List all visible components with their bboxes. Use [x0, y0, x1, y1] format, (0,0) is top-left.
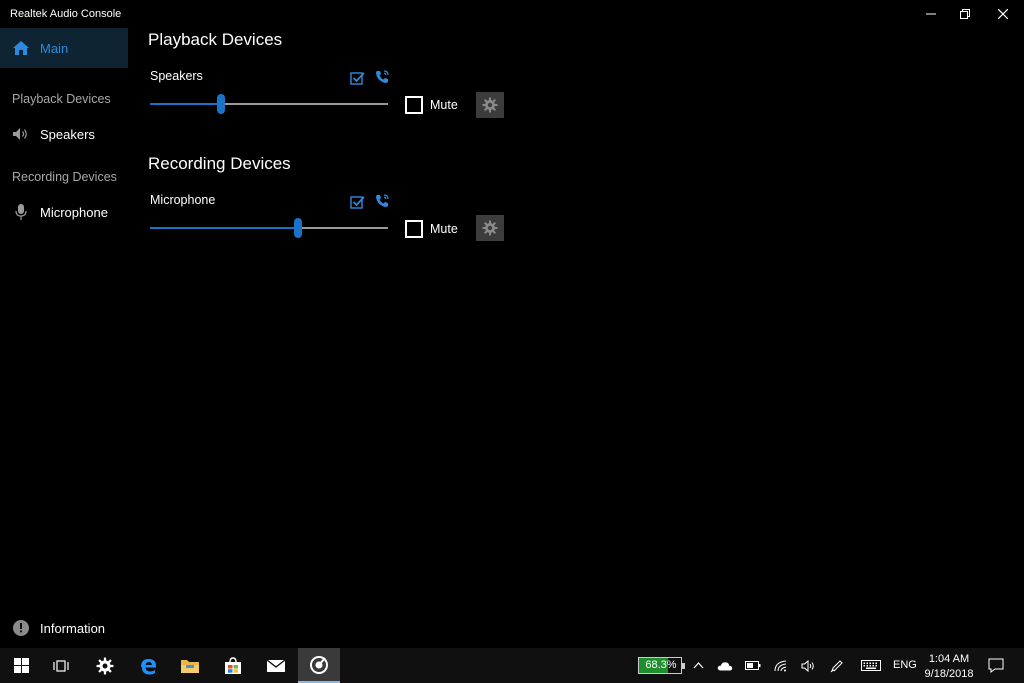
- slider-fill: [150, 227, 298, 229]
- realtek-audio-icon: [310, 655, 328, 674]
- input-language-indicator[interactable]: ENG: [893, 659, 917, 671]
- keyboard-icon: [861, 660, 881, 671]
- battery-percentage-indicator[interactable]: 68.3%: [638, 657, 685, 674]
- gear-icon: [482, 220, 498, 236]
- chevron-up-icon: [693, 662, 703, 669]
- store-bag-icon: [225, 656, 241, 674]
- realtek-audio-console-window: Realtek Audio Console Main Playback Devi…: [0, 0, 1024, 648]
- home-icon: [11, 38, 31, 58]
- sidebar-item-label: Microphone: [40, 204, 108, 220]
- default-communication-phone-icon[interactable]: [374, 193, 390, 209]
- microphone-device-name: Microphone: [150, 193, 216, 207]
- wifi-icon: [774, 660, 787, 671]
- gear-icon: [96, 657, 114, 674]
- close-button[interactable]: [980, 0, 1024, 28]
- window-title: Realtek Audio Console: [10, 8, 122, 20]
- clock-time: 1:04 AM: [928, 653, 970, 665]
- sidebar-header-playback: Playback Devices: [12, 92, 111, 106]
- microphone-mute-toggle[interactable]: Mute: [405, 219, 458, 239]
- sidebar-item-microphone[interactable]: Microphone: [0, 192, 128, 232]
- edge-browser-button[interactable]: [127, 648, 169, 683]
- mail-button[interactable]: [255, 648, 297, 683]
- microphone-settings-button[interactable]: [476, 215, 504, 241]
- speaker-icon: [801, 659, 814, 672]
- sidebar-item-information[interactable]: Information: [0, 616, 128, 640]
- battery-percent-text: 68.3%: [645, 659, 677, 671]
- realtek-audio-console-taskbar-button[interactable]: [298, 648, 340, 683]
- microphone-volume-slider[interactable]: [150, 218, 388, 238]
- show-hidden-icons-button[interactable]: [688, 648, 708, 683]
- mute-label: Mute: [430, 222, 458, 236]
- mute-label: Mute: [430, 98, 458, 112]
- battery-nub: [682, 663, 685, 669]
- default-communication-phone-icon[interactable]: [374, 69, 390, 85]
- mail-icon: [266, 658, 286, 672]
- pen-icon: [830, 659, 843, 672]
- settings-app-button[interactable]: [84, 648, 126, 683]
- pen-workspace-tray-button[interactable]: [826, 648, 848, 683]
- info-icon: [12, 619, 30, 637]
- sidebar: Main Playback Devices Speakers Recording…: [0, 28, 128, 648]
- store-button[interactable]: [212, 648, 254, 683]
- gear-icon: [482, 97, 498, 113]
- default-device-check-icon[interactable]: [349, 70, 365, 86]
- notification-icon: [988, 658, 1004, 673]
- recording-devices-title: Recording Devices: [148, 154, 291, 173]
- close-icon: [998, 9, 1008, 19]
- mute-checkbox[interactable]: [405, 96, 423, 114]
- edge-icon: [141, 658, 156, 674]
- speaker-icon: [11, 124, 31, 144]
- network-tray-button[interactable]: [770, 648, 792, 683]
- slider-thumb[interactable]: [217, 94, 225, 114]
- file-explorer-button[interactable]: [169, 648, 211, 683]
- battery-icon: [745, 661, 761, 670]
- touch-keyboard-tray-button[interactable]: [858, 648, 884, 683]
- cloud-icon: [717, 661, 733, 670]
- microphone-icon: [11, 202, 31, 222]
- sidebar-item-label: Main: [40, 40, 69, 56]
- sidebar-item-label: Speakers: [40, 126, 95, 142]
- battery-tray-button[interactable]: [742, 648, 764, 683]
- sidebar-item-main[interactable]: Main: [0, 28, 128, 68]
- slider-fill: [150, 103, 221, 105]
- task-view-button[interactable]: [40, 648, 82, 683]
- taskbar: 68.3% ENG 1:04 AM 9/18/2018: [0, 648, 1024, 683]
- playback-devices-title: Playback Devices: [148, 30, 283, 49]
- clock-date: 9/18/2018: [924, 668, 974, 680]
- task-view-icon: [53, 659, 69, 672]
- speakers-volume-slider[interactable]: [150, 94, 388, 114]
- minimize-icon: [926, 13, 936, 15]
- slider-thumb[interactable]: [294, 218, 302, 238]
- sidebar-item-speakers[interactable]: Speakers: [0, 114, 128, 154]
- restore-icon: [960, 9, 970, 19]
- volume-tray-button[interactable]: [797, 648, 819, 683]
- sidebar-item-label: Information: [40, 620, 106, 636]
- default-device-check-icon[interactable]: [349, 194, 365, 210]
- speakers-device-name: Speakers: [150, 69, 203, 83]
- title-bar: Realtek Audio Console: [0, 0, 1024, 28]
- folder-icon: [181, 660, 199, 673]
- speakers-settings-button[interactable]: [476, 92, 504, 118]
- windows-logo-icon: [13, 658, 29, 673]
- onedrive-tray-button[interactable]: [714, 648, 736, 683]
- action-center-button[interactable]: [984, 648, 1008, 683]
- mute-checkbox[interactable]: [405, 220, 423, 238]
- start-button[interactable]: [0, 648, 42, 683]
- sidebar-header-recording: Recording Devices: [12, 170, 117, 184]
- taskbar-clock[interactable]: 1:04 AM 9/18/2018: [920, 652, 978, 682]
- speakers-mute-toggle[interactable]: Mute: [405, 95, 458, 115]
